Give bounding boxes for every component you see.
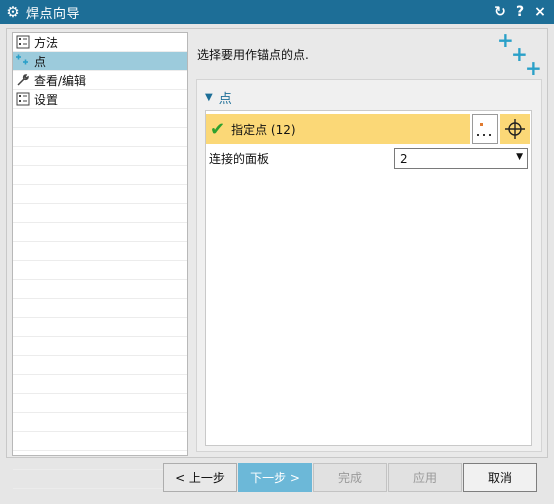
sidebar-item-settings[interactable]: 设置: [13, 90, 187, 109]
help-icon[interactable]: ?: [510, 4, 530, 20]
empty-row: [13, 299, 187, 318]
sidebar-item-point[interactable]: 点: [13, 52, 187, 71]
dropdown-arrow-icon: ▼: [516, 152, 523, 162]
specify-point-label: 指定点 (12): [231, 122, 296, 137]
empty-row: [13, 280, 187, 299]
empty-row: [13, 375, 187, 394]
apply-button[interactable]: 应用: [388, 463, 462, 492]
empty-row: [13, 109, 187, 128]
empty-row: [13, 356, 187, 375]
empty-row: [13, 223, 187, 242]
empty-row: [13, 261, 187, 280]
sidebar-item-view-edit[interactable]: 查看/编辑: [13, 71, 187, 90]
empty-row: [13, 128, 187, 147]
empty-row: [13, 451, 187, 470]
specify-point-row[interactable]: ✔ 指定点 (12): [206, 114, 470, 144]
point-dialog-button[interactable]: [472, 114, 498, 144]
title-bar: ⚙ 焊点向导 ↻ ? ×: [0, 0, 554, 24]
back-button[interactable]: < 上一步: [163, 463, 237, 492]
point-plus-icon: [15, 53, 31, 69]
crosshair-icon: [505, 119, 525, 139]
collapse-triangle-icon[interactable]: ▼: [205, 92, 213, 103]
step-navigator: 方法 点 查看/编辑 设置: [12, 32, 188, 489]
gear-icon: ⚙: [6, 3, 20, 21]
empty-row: [13, 432, 187, 451]
instruction-text: 选择要用作锚点的点.: [197, 48, 309, 62]
point-dots-icon: [477, 123, 491, 136]
empty-row: [13, 413, 187, 432]
empty-row: [13, 318, 187, 337]
empty-row: [13, 337, 187, 356]
connected-panels-select[interactable]: 2 ▼: [394, 148, 528, 169]
empty-row: [13, 242, 187, 261]
empty-row: [13, 204, 187, 223]
method-list-icon: [15, 34, 31, 50]
sidebar-item-method[interactable]: 方法: [13, 33, 187, 52]
empty-row: [13, 147, 187, 166]
empty-row: [13, 166, 187, 185]
finish-button[interactable]: 完成: [313, 463, 387, 492]
wrench-icon: [15, 72, 31, 88]
group-header-point[interactable]: ▼ 点: [205, 88, 232, 107]
cancel-button[interactable]: 取消: [463, 463, 537, 492]
empty-row: [13, 185, 187, 204]
sidebar-item-label: 查看/编辑: [34, 73, 87, 88]
settings-list-icon: [15, 91, 31, 107]
checkmark-icon: ✔: [210, 118, 226, 140]
next-button[interactable]: 下一步 >: [238, 463, 312, 492]
point-picker-button[interactable]: [500, 114, 530, 144]
sidebar-item-label: 点: [34, 54, 47, 69]
sidebar-item-label: 设置: [34, 92, 59, 107]
window-title: 焊点向导: [26, 6, 81, 22]
empty-row: [13, 470, 187, 489]
select-value: 2: [400, 151, 408, 166]
sidebar-item-label: 方法: [34, 35, 59, 50]
close-icon[interactable]: ×: [530, 4, 550, 20]
connected-panels-label: 连接的面板: [209, 152, 270, 166]
reset-icon[interactable]: ↻: [490, 4, 510, 20]
empty-row: [13, 394, 187, 413]
group-title: 点: [218, 92, 232, 107]
title-actions: ↻ ? ×: [490, 0, 550, 24]
